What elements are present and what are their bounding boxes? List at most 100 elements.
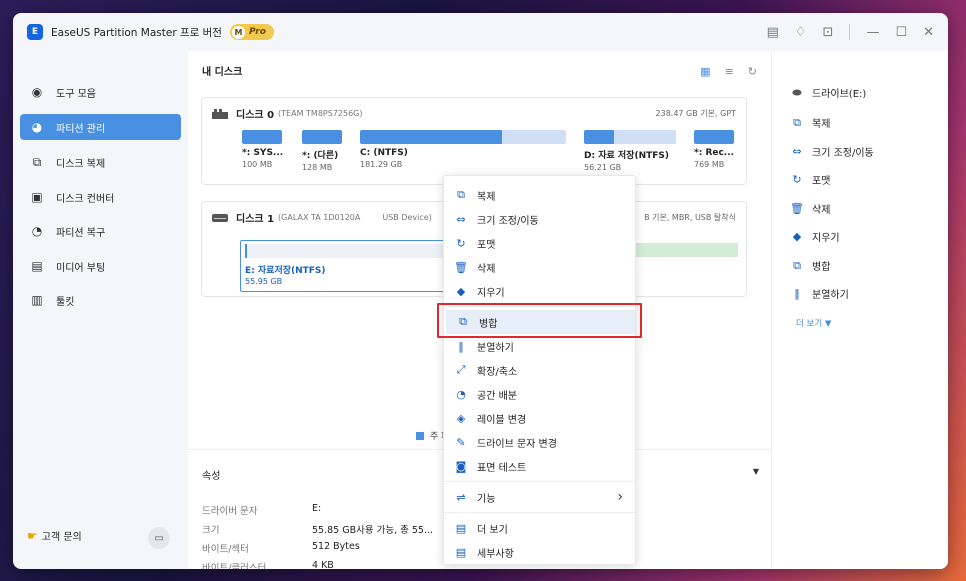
sidebar-item-label: 툴킷 — [56, 296, 75, 308]
menu-item-surface-test[interactable]: ◙ 표면 테스트 — [444, 454, 635, 478]
action-split[interactable]: ‖ 분열하기 — [790, 286, 849, 301]
disk-1-model: (GALAX TA 1D0120A — [278, 213, 361, 222]
right-panel: ⬬ 드라이브(E:) ⧉ 복제 ⇔ 크기 조정/이동 ↻ 포맷 🗑 삭제 ◆ 지… — [771, 51, 948, 569]
menu-item-label: 드라이브 문자 변경 — [477, 438, 557, 450]
details-icon: ▤ — [455, 545, 467, 559]
disk-clone-icon: ⧉ — [32, 154, 42, 169]
selected-drive-label: 드라이브(E:) — [812, 89, 867, 100]
download-icon[interactable]: ⊡ — [823, 25, 834, 40]
sidebar: ◉ 도구 모음 ◕ 파티션 관리 ⧉ 디스크 복제 ▣ 디스크 컨버터 ◔ 파티… — [13, 51, 188, 569]
partition-c[interactable]: C: (NTFS) 181.29 GB — [360, 130, 566, 169]
disk-1-header: 디스크 1 (GALAX TA 1D0120A USB Device) — [212, 210, 432, 225]
property-row: 드라이버 문자 E: — [202, 503, 321, 517]
partition-usage-bar — [360, 130, 566, 144]
menu-item-change-drive-letter[interactable]: ✎ 드라이브 문자 변경 — [444, 430, 635, 454]
app-logo-icon: E — [27, 24, 43, 40]
action-label: 분열하기 — [812, 290, 849, 301]
action-merge[interactable]: ⧉ 병합 — [790, 258, 830, 274]
sidebar-item-disk-converter[interactable]: ▣ 디스크 컨버터 — [20, 184, 181, 210]
format-icon: ↻ — [792, 173, 802, 186]
resize-icon: ⇔ — [792, 145, 802, 158]
sidebar-item-media-boot[interactable]: ▤ 미디어 부팅 — [20, 253, 181, 279]
menu-item-allocate-space[interactable]: ◔ 공간 배분 — [444, 382, 635, 406]
list-view-icon[interactable]: ≡ — [725, 65, 734, 78]
action-label: 복제 — [812, 119, 831, 130]
menu-item-extend-shrink[interactable]: ⤢ 확장/축소 — [444, 358, 635, 382]
menu-item-label: 더 보기 — [477, 524, 508, 536]
menu-item-format[interactable]: ↻ 포맷 — [444, 231, 635, 255]
sidebar-item-partition-recovery[interactable]: ◔ 파티션 복구 — [20, 218, 181, 244]
sidebar-item-partition-manager[interactable]: ◕ 파티션 관리 — [20, 114, 181, 140]
menu-item-functions[interactable]: ⇌ 기능 › — [444, 485, 635, 509]
menu-item-more[interactable]: ▤ 더 보기 — [444, 516, 635, 540]
disk-1-name: 디스크 1 — [236, 214, 275, 225]
hand-icon: ☛ — [27, 528, 38, 543]
menu-item-label: 포맷 — [477, 239, 496, 251]
menu-item-label: 복제 — [477, 191, 496, 203]
pro-badge-label: Pro — [248, 27, 266, 37]
chat-button[interactable]: ▭ — [148, 527, 170, 549]
partition-d[interactable]: D: 자료 저장(NTFS) 56.21 GB — [584, 130, 676, 172]
menu-item-delete[interactable]: 🗑 삭제 — [444, 255, 635, 279]
allocate-icon: ◔ — [456, 387, 466, 401]
sidebar-item-label: 파티션 복구 — [56, 227, 106, 239]
chevron-down-icon[interactable]: ▼ — [753, 467, 759, 476]
label-icon: ◈ — [456, 411, 466, 425]
partition-size: 128 MB — [302, 163, 333, 172]
disk-0-card[interactable]: 디스크 0 (TEAM TM8PS7256G) 238.47 GB 기본, GP… — [201, 97, 747, 185]
menu-item-wipe[interactable]: ◆ 지우기 — [444, 279, 635, 303]
partition-usage-bar — [242, 130, 282, 144]
grid-view-icon[interactable]: ▦ — [700, 65, 710, 78]
sidebar-item-disk-clone[interactable]: ⧉ 디스크 복제 — [20, 149, 181, 175]
pro-badge[interactable]: M Pro — [229, 24, 274, 40]
minimize-icon[interactable]: — — [866, 25, 879, 40]
sidebar-item-tools[interactable]: ◉ 도구 모음 — [20, 79, 181, 105]
more-icon: ▤ — [455, 521, 467, 535]
action-resize[interactable]: ⇔ 크기 조정/이동 — [790, 144, 873, 159]
property-key: 바이트/클러스터 — [202, 563, 267, 569]
action-label: 삭제 — [812, 205, 831, 216]
refresh-icon[interactable]: ↻ — [748, 65, 757, 78]
partition-other[interactable]: *: (다른) 128 MB — [302, 130, 342, 172]
maximize-icon[interactable]: ☐ — [895, 25, 907, 40]
action-format[interactable]: ↻ 포맷 — [790, 172, 830, 187]
menu-item-resize[interactable]: ⇔ 크기 조정/이동 — [444, 207, 635, 231]
property-key: 크기 — [202, 525, 220, 536]
partition-e-selected[interactable]: E: 자료저장(NTFS) 55.95 GB — [240, 240, 452, 292]
trash-icon: 🗑 — [790, 202, 804, 215]
menu-item-clone[interactable]: ⧉ 복제 — [444, 183, 635, 207]
menu-item-label: 분열하기 — [477, 342, 514, 354]
action-clone[interactable]: ⧉ 복제 — [790, 115, 831, 131]
partition-size: 100 MB — [242, 160, 273, 169]
disk-0-name: 디스크 0 — [236, 110, 275, 121]
more-link[interactable]: 더 보기 ▼ — [796, 317, 831, 329]
close-icon[interactable]: ✕ — [923, 25, 934, 40]
partition-usage-fill — [242, 130, 282, 144]
action-wipe[interactable]: ◆ 지우기 — [790, 229, 840, 244]
compass-icon: ◉ — [31, 85, 43, 99]
sidebar-item-label: 미디어 부팅 — [56, 262, 106, 274]
partition-usage-fill — [245, 244, 247, 258]
sidebar-item-label: 파티션 관리 — [56, 123, 106, 135]
property-value: E: — [312, 503, 322, 514]
partition-sys[interactable]: *: SYS... 100 MB — [242, 130, 283, 169]
title-bar: E EaseUS Partition Master 프로 버전 M Pro ▤ … — [13, 13, 948, 51]
action-delete[interactable]: 🗑 삭제 — [790, 201, 830, 216]
expand-icon: ⤢ — [456, 363, 466, 376]
sidebar-item-toolkit[interactable]: ▥ 툴킷 — [20, 287, 181, 313]
partition-size: 55.95 GB — [245, 277, 283, 286]
feedback-icon[interactable]: ▤ — [767, 25, 779, 40]
bell-icon[interactable]: ♢ — [795, 25, 807, 40]
menu-item-details[interactable]: ▤ 세부사항 — [444, 540, 635, 564]
customer-support-link[interactable]: ☛ 고객 문의 — [27, 528, 82, 544]
partition-usage-fill — [360, 130, 503, 144]
partition-usage-bar — [694, 130, 734, 144]
menu-divider — [444, 481, 635, 482]
clone-icon: ⧉ — [793, 115, 801, 129]
partition-recovery[interactable]: *: Rec... 769 MB — [694, 130, 734, 169]
eraser-icon: ◆ — [456, 284, 466, 298]
pie-icon: ◕ — [31, 120, 43, 134]
menu-item-change-label[interactable]: ◈ 레이블 변경 — [444, 406, 635, 430]
surface-test-icon: ◙ — [455, 459, 467, 473]
menu-item-label: 크기 조정/이동 — [477, 215, 539, 227]
